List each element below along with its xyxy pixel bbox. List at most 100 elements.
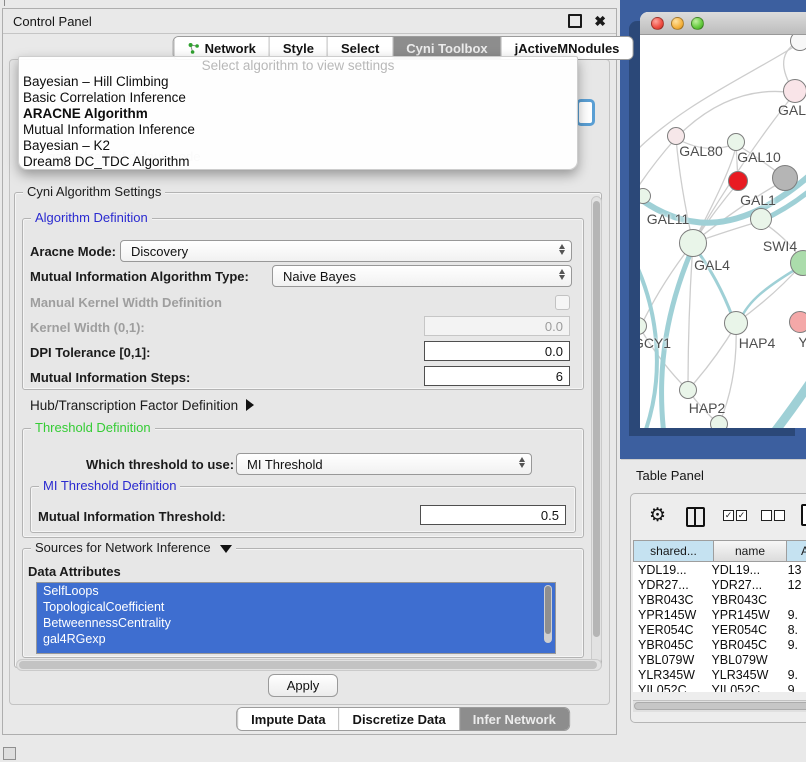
network-node[interactable] bbox=[724, 311, 748, 335]
algorithm-popup-item[interactable]: Dream8 DC_TDC Algorithm bbox=[19, 154, 577, 170]
table-row[interactable]: YPR145W YPR145W 9. bbox=[633, 607, 806, 622]
aracne-mode-value: Discovery bbox=[131, 244, 188, 259]
network-node[interactable] bbox=[679, 229, 707, 257]
table-row[interactable]: YBR045C YBR045C 9. bbox=[633, 637, 806, 652]
attributes-scrollbar[interactable] bbox=[544, 585, 552, 643]
settings-vertical-scrollbar[interactable] bbox=[591, 196, 602, 664]
float-panel-icon[interactable] bbox=[568, 14, 582, 28]
data-attribute-item[interactable]: TopologicalCoefficient bbox=[37, 599, 555, 615]
dpi-tolerance-field[interactable]: 0.0 bbox=[424, 341, 570, 361]
table-row[interactable]: YDR27... YDR27... 12 bbox=[633, 577, 806, 592]
close-window-icon[interactable] bbox=[651, 17, 664, 30]
cyni-settings-legend: Cyni Algorithm Settings bbox=[23, 184, 165, 199]
algorithm-definition-legend: Algorithm Definition bbox=[31, 210, 152, 225]
manual-kernel-label: Manual Kernel Width Definition bbox=[30, 291, 222, 313]
top-edge-tick bbox=[4, 0, 5, 6]
unchecked-checkbox-icon[interactable] bbox=[774, 510, 785, 521]
network-node[interactable] bbox=[789, 311, 806, 333]
data-attributes-list[interactable]: SelfLoops TopologicalCoefficient Between… bbox=[36, 582, 556, 654]
algorithm-popup-placeholder: Select algorithm to view settings bbox=[19, 58, 577, 74]
data-attribute-item[interactable]: BetweennessCentrality bbox=[37, 615, 555, 631]
table-row[interactable]: YBL079W YBL079W bbox=[633, 652, 806, 667]
table-header-row: shared... name A bbox=[633, 540, 806, 562]
column-header-shared-name[interactable]: shared... bbox=[633, 540, 714, 562]
which-threshold-label: Which threshold to use: bbox=[86, 453, 234, 475]
control-panel-title: Control Panel bbox=[13, 14, 92, 29]
hub-definition-label: Hub/Transcription Factor Definition bbox=[30, 398, 238, 413]
column-header-name[interactable]: name bbox=[713, 540, 787, 562]
mi-steps-label: Mutual Information Steps: bbox=[30, 366, 190, 388]
tab-label: Style bbox=[283, 41, 314, 56]
column-header-clipped[interactable]: A bbox=[786, 540, 806, 562]
close-panel-icon[interactable]: ✖ bbox=[594, 16, 606, 26]
hub-definition-toggle[interactable]: Hub/Transcription Factor Definition bbox=[30, 394, 254, 416]
document-icon[interactable] bbox=[801, 504, 806, 526]
manual-kernel-checkbox[interactable] bbox=[555, 295, 570, 310]
mi-threshold-label: Mutual Information Threshold: bbox=[38, 505, 226, 527]
algorithm-combo-focus-ring[interactable] bbox=[576, 99, 595, 126]
mi-threshold-field[interactable]: 0.5 bbox=[420, 505, 566, 525]
network-node[interactable] bbox=[772, 165, 798, 191]
network-node-label: SWI4 bbox=[763, 238, 797, 254]
network-node[interactable] bbox=[750, 208, 772, 230]
threshold-definition-legend: Threshold Definition bbox=[31, 420, 155, 435]
unchecked-checkbox-icon[interactable] bbox=[761, 510, 772, 521]
cyni-bottom-tab[interactable]: Impute Data bbox=[237, 708, 338, 730]
sources-legend-label: Sources for Network Inference bbox=[35, 540, 211, 555]
algorithm-popup-item[interactable]: ARACNE Algorithm bbox=[19, 106, 577, 122]
sources-legend[interactable]: Sources for Network Inference bbox=[31, 540, 236, 555]
mi-steps-field[interactable]: 6 bbox=[424, 366, 570, 386]
stepper-icon bbox=[559, 269, 565, 280]
network-edges bbox=[640, 35, 806, 428]
stepper-icon bbox=[519, 457, 525, 468]
algorithm-popup-item[interactable]: Bayesian – Hill Climbing bbox=[19, 74, 577, 90]
algorithm-popup-list: Bayesian – Hill Climbing Basic Correlati… bbox=[19, 74, 577, 170]
control-panel-titlebar: Control Panel ✖ bbox=[3, 9, 616, 34]
which-threshold-select[interactable]: MI Threshold bbox=[236, 453, 532, 475]
network-node[interactable] bbox=[783, 79, 806, 103]
tab-label: Discretize Data bbox=[353, 712, 446, 727]
algorithm-popup-item[interactable]: Bayesian – K2 bbox=[19, 138, 577, 154]
table-row[interactable]: YER054C YER054C 8. bbox=[633, 622, 806, 637]
gear-icon[interactable]: ⚙ bbox=[649, 506, 666, 525]
mi-type-select[interactable]: Naive Bayes bbox=[272, 265, 572, 287]
algorithm-popup-item[interactable]: Mutual Information Inference bbox=[19, 122, 577, 138]
kernel-width-field[interactable]: 0.0 bbox=[424, 316, 570, 336]
data-attribute-item[interactable]: SelfLoops bbox=[37, 583, 555, 599]
network-view-window: GALGAL80GAL10GAL1SWI4GAL11GAL4GCY1HAP4YH… bbox=[640, 12, 806, 427]
dpi-tolerance-label: DPI Tolerance [0,1]: bbox=[30, 341, 150, 363]
cyni-bottom-tab[interactable]: Discretize Data bbox=[339, 708, 459, 730]
network-node[interactable] bbox=[710, 415, 728, 428]
aracne-mode-select[interactable]: Discovery bbox=[120, 240, 572, 262]
table-row[interactable]: YDL19... YDL19... 13 bbox=[633, 562, 806, 577]
kernel-width-label: Kernel Width (0,1): bbox=[30, 316, 145, 338]
data-attribute-item[interactable]: gal4RGexp bbox=[37, 631, 555, 647]
network-node-label: Y bbox=[798, 334, 806, 350]
which-threshold-value: MI Threshold bbox=[247, 457, 323, 472]
network-canvas[interactable]: GALGAL80GAL10GAL1SWI4GAL11GAL4GCY1HAP4YH… bbox=[640, 35, 806, 428]
table-row[interactable]: YLR345W YLR345W 9. bbox=[633, 667, 806, 682]
table-row[interactable]: YBR043C YBR043C bbox=[633, 592, 806, 607]
zoom-window-icon[interactable] bbox=[691, 17, 704, 30]
network-node[interactable] bbox=[679, 381, 697, 399]
mi-type-value: Naive Bayes bbox=[283, 269, 356, 284]
settings-horizontal-scrollbar[interactable] bbox=[16, 659, 602, 671]
checked-checkbox-icon[interactable]: ✓ bbox=[723, 510, 734, 521]
minimize-window-icon[interactable] bbox=[671, 17, 684, 30]
split-columns-icon[interactable] bbox=[686, 507, 705, 527]
checked-checkbox-icon[interactable]: ✓ bbox=[736, 510, 747, 521]
table-row[interactable]: YIL052C YIL052C 9 bbox=[633, 682, 806, 692]
network-node[interactable] bbox=[728, 171, 748, 191]
algorithm-popup-item[interactable]: Basic Correlation Inference bbox=[19, 90, 577, 106]
tab-label: Infer Network bbox=[473, 712, 556, 727]
cyni-bottom-tabbar: Impute Data Discretize Data Infer Networ… bbox=[236, 707, 570, 731]
cyni-bottom-tab[interactable]: Infer Network bbox=[459, 708, 569, 730]
data-attributes-label: Data Attributes bbox=[28, 562, 121, 580]
screen: Control Panel ✖ Netwo bbox=[0, 0, 806, 762]
table-horizontal-scrollbar[interactable] bbox=[633, 700, 806, 712]
expand-arrow-icon bbox=[246, 399, 254, 411]
apply-button[interactable]: Apply bbox=[268, 674, 338, 697]
network-node-label: GAL bbox=[778, 102, 806, 118]
tab-label: Select bbox=[341, 41, 379, 56]
collapsed-panel-icon[interactable] bbox=[3, 747, 16, 760]
